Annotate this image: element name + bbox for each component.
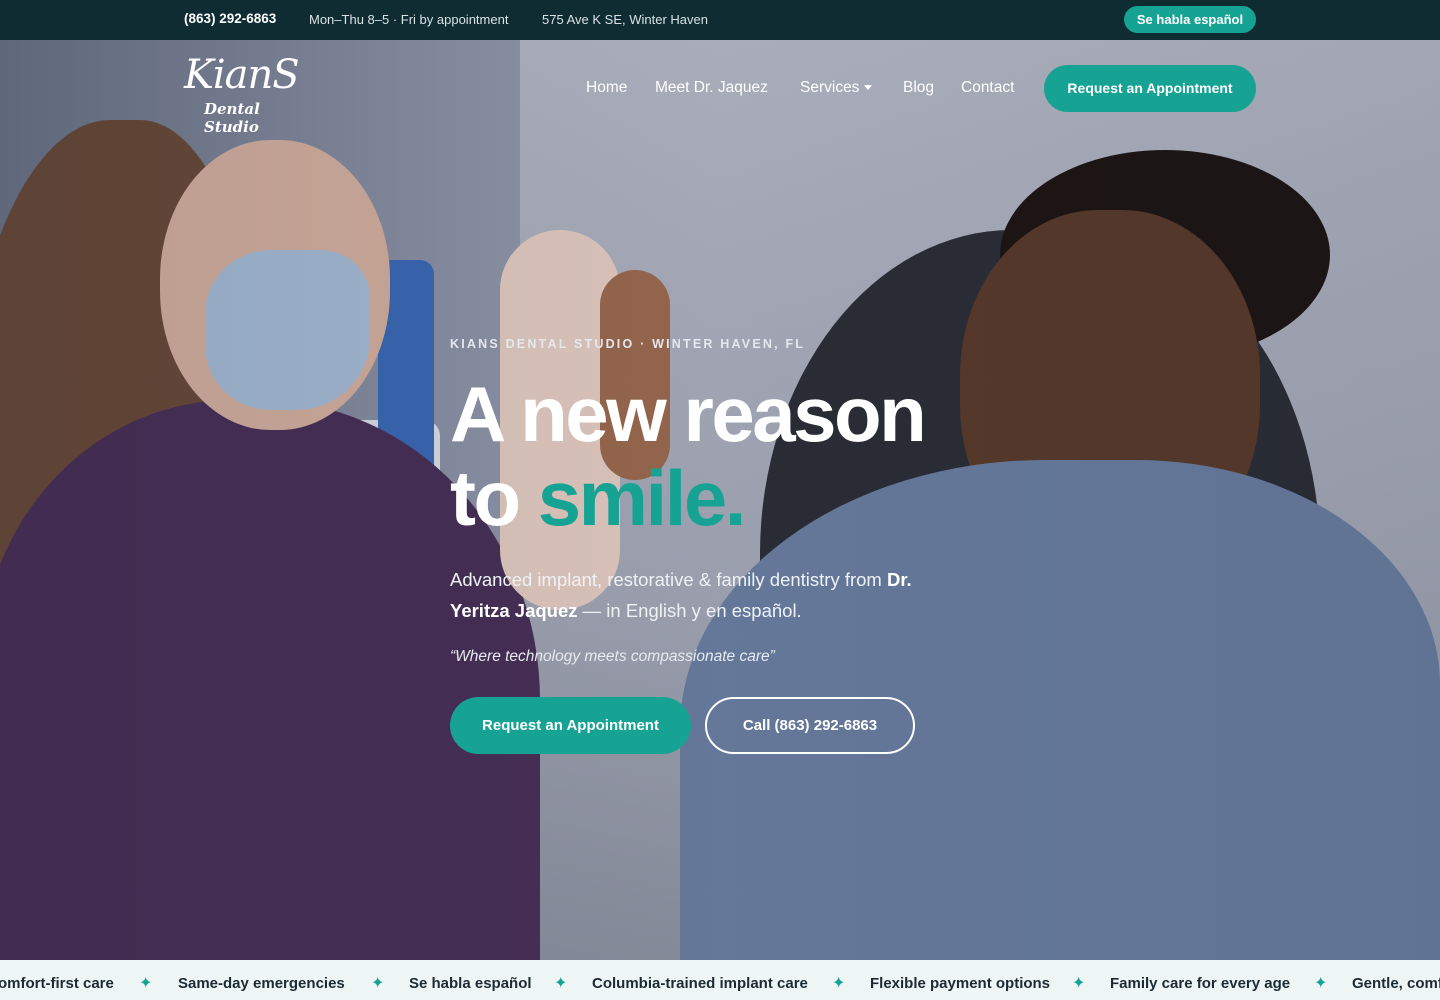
- nav-request-appointment-button[interactable]: Request an Appointment: [1044, 65, 1256, 112]
- nav-blog[interactable]: Blog: [903, 79, 934, 97]
- sparkle-icon: ✦: [139, 975, 153, 992]
- topbar-hours: Mon–Thu 8–5 · Fri by appointment: [309, 12, 509, 27]
- subtext-prefix: Advanced implant, restorative & family d…: [450, 569, 887, 590]
- subtext-suffix: — in English y en español.: [577, 600, 802, 621]
- nav-contact[interactable]: Contact: [961, 79, 1014, 97]
- hero-headline: A new reason to smile.: [450, 370, 927, 542]
- sparkle-icon: ✦: [554, 975, 568, 992]
- marquee-item: Gentle, comf: [1352, 975, 1440, 992]
- nav-meet-dr-jaquez[interactable]: Meet Dr. Jaquez: [655, 79, 768, 97]
- marquee-item: Columbia-trained implant care: [592, 975, 808, 992]
- features-marquee: omfort-first care ✦ Same-day emergencies…: [0, 960, 1440, 1000]
- sparkle-icon: ✦: [832, 975, 846, 992]
- main-nav: Home Meet Dr. Jaquez Services Blog Conta…: [0, 64, 1440, 112]
- marquee-item: Flexible payment options: [870, 975, 1051, 992]
- sparkle-icon: ✦: [1072, 975, 1086, 992]
- sparkle-icon: ✦: [1314, 975, 1328, 992]
- spanish-language-button[interactable]: Se habla español: [1124, 6, 1256, 33]
- topbar-phone-link[interactable]: (863) 292-6863: [184, 11, 276, 26]
- nav-services-label: Services: [800, 79, 860, 96]
- hero-eyebrow: KIANS DENTAL STUDIO · WINTER HAVEN, FL: [450, 337, 806, 351]
- marquee-item: Se habla español: [409, 975, 532, 992]
- marquee-item: Same-day emergencies: [178, 975, 345, 992]
- hero-tagline-quote: “Where technology meets compassionate ca…: [450, 648, 775, 665]
- headline-line-1: A new reason: [450, 370, 927, 458]
- chevron-down-icon: [864, 85, 873, 91]
- marquee-item: Family care for every age: [1110, 975, 1291, 992]
- hero-subtext: Advanced implant, restorative & family d…: [450, 564, 970, 626]
- call-phone-button[interactable]: Call (863) 292-6863: [705, 697, 915, 754]
- nav-home[interactable]: Home: [586, 79, 627, 97]
- request-appointment-button[interactable]: Request an Appointment: [450, 697, 691, 754]
- headline-accent: smile.: [537, 454, 747, 542]
- marquee-item: omfort-first care: [0, 975, 114, 992]
- topbar-address[interactable]: 575 Ave K SE, Winter Haven: [542, 12, 708, 27]
- sparkle-icon: ✦: [371, 975, 385, 992]
- headline-to: to: [450, 454, 538, 542]
- nav-services[interactable]: Services: [800, 79, 873, 97]
- top-bar: (863) 292-6863 Mon–Thu 8–5 · Fri by appo…: [0, 0, 1440, 40]
